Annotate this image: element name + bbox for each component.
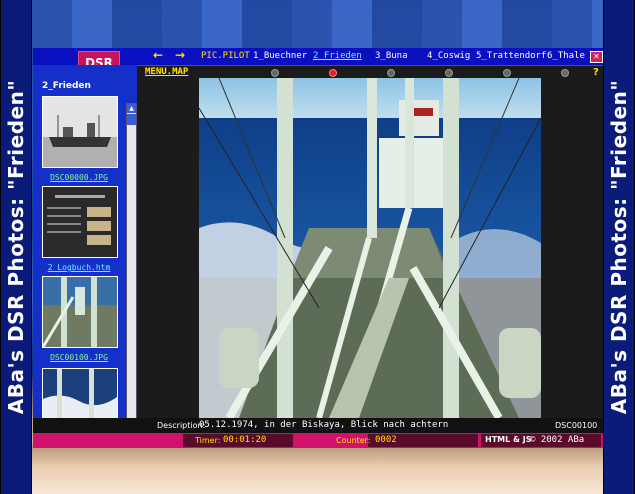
timer-value: 00:01:20	[223, 435, 267, 445]
thumbnail-label[interactable]: DSC00100.JPG	[42, 353, 116, 362]
left-side-banner: ABa's DSR Photos: "Frieden"	[0, 0, 32, 494]
sand-background	[32, 445, 603, 494]
copyright-text: © 2002 ABa	[530, 435, 585, 445]
nav-link-trattendorf[interactable]: 5_Trattendorf	[476, 51, 546, 61]
nav-link-frieden[interactable]: 2_Frieden	[313, 51, 362, 61]
counter-value: 0002	[375, 435, 397, 445]
photo-viewer: MENU.MAP ?	[137, 65, 603, 419]
slide-indicator-icon[interactable]	[445, 69, 453, 77]
folder-title: 2_Frieden	[42, 81, 91, 91]
back-arrow-icon[interactable]: ←	[153, 48, 163, 62]
timer-label: Timer:	[195, 436, 221, 445]
slide-indicator-icon[interactable]	[561, 69, 569, 77]
photo-filename: DSC00100	[555, 421, 598, 430]
menu-map-link[interactable]: MENU.MAP	[145, 67, 188, 77]
right-side-banner: ABa's DSR Photos: "Frieden"	[603, 0, 635, 494]
forward-arrow-icon[interactable]: →	[175, 48, 185, 62]
tech-label: HTML & JS	[485, 435, 532, 444]
status-bar: Timer: 00:01:20 Counter: 0002 HTML & JS …	[33, 433, 603, 448]
nav-link-coswig[interactable]: 4_Coswig	[427, 51, 470, 61]
close-icon[interactable]: ✕	[590, 51, 603, 63]
description-bar: Description: 05.12.1974, in der Biskaya,…	[33, 418, 603, 433]
slide-indicator-icon[interactable]	[503, 69, 511, 77]
thumbnail-deck-photo[interactable]	[42, 276, 118, 348]
thumbnail-label[interactable]: DSC00000.JPG	[42, 173, 116, 182]
thumbnail-label[interactable]: 2_Logbuch.htm	[42, 263, 116, 272]
slide-indicator-icon[interactable]	[387, 69, 395, 77]
thumbnail-scrollbar[interactable]: ▲ ▼	[126, 103, 137, 436]
help-icon[interactable]: ?	[593, 67, 599, 78]
nav-link-buechner[interactable]: 1_Buechner	[253, 51, 307, 61]
slide-indicator-icon[interactable]	[271, 69, 279, 77]
nav-link-thale[interactable]: 6_Thale	[547, 51, 585, 61]
scroll-up-icon[interactable]: ▲	[127, 104, 136, 113]
description-text: 05.12.1974, in der Biskaya, Blick nach a…	[199, 420, 449, 430]
navigation-bar: DSR ← → PIC.PILOT 1_Buechner 2_Frieden 3…	[33, 48, 603, 75]
side-title-right: ABa's DSR Photos: "Frieden"	[607, 79, 631, 415]
scrollbar-thumb[interactable]	[127, 114, 136, 125]
thumbnail-pane: 2_Frieden DSC00000.JPG 2_Logbuch.htm DSC…	[33, 65, 140, 436]
thumbnail-logbook[interactable]	[42, 186, 118, 258]
slide-indicator-active-icon[interactable]	[329, 69, 337, 77]
nav-link-buna[interactable]: 3_Buna	[375, 51, 408, 61]
counter-label: Counter:	[336, 436, 371, 445]
main-photo	[199, 78, 541, 418]
sea-background	[32, 0, 603, 50]
thumbnail-ship-photo[interactable]	[42, 96, 118, 168]
nav-link-pic-pilot[interactable]: PIC.PILOT	[201, 51, 250, 61]
thumbnail-sea-photo[interactable]	[42, 368, 118, 420]
viewer-window: DSR ← → PIC.PILOT 1_Buechner 2_Frieden 3…	[33, 48, 603, 448]
side-title-left: ABa's DSR Photos: "Frieden"	[4, 79, 28, 415]
